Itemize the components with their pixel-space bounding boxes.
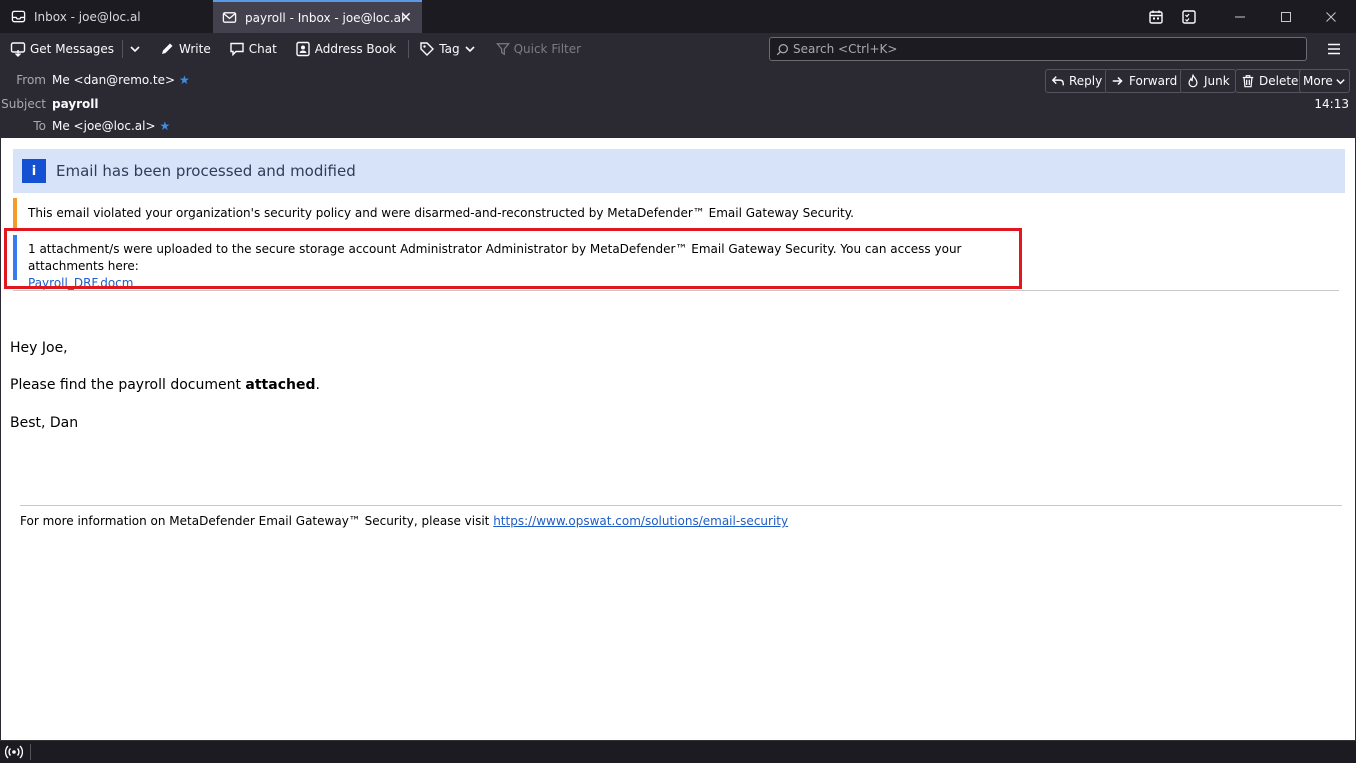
banner-text: Email has been processed and modified — [56, 162, 356, 180]
chat-label: Chat — [248, 42, 277, 56]
tab-label: payroll - Inbox - joe@loc.al — [245, 10, 405, 25]
greeting: Hey Joe, — [10, 340, 68, 356]
more-button[interactable]: More — [1299, 69, 1350, 93]
to-label: To — [33, 119, 46, 133]
message-header: From Me <dan@remo.te> ★ Subject payroll T… — [0, 65, 1356, 138]
connection-icon[interactable] — [4, 744, 24, 760]
chevron-down-icon — [130, 46, 140, 53]
write-button[interactable]: Write — [155, 37, 215, 61]
reply-label: Reply — [1069, 74, 1103, 88]
star-icon[interactable]: ★ — [160, 119, 171, 133]
chevron-down-icon — [465, 46, 475, 53]
pencil-icon — [162, 43, 173, 54]
from-label: From — [16, 73, 46, 87]
junk-label: Junk — [1204, 74, 1230, 88]
quick-filter-button[interactable]: Quick Filter — [492, 37, 585, 61]
message-time: 14:13 — [1314, 97, 1349, 111]
main-toolbar: Get Messages Write Chat Address Book Tag… — [0, 33, 1356, 65]
divider — [20, 505, 1342, 506]
chat-button[interactable]: Chat — [225, 37, 281, 61]
inbox-icon — [10, 9, 26, 25]
forward-button[interactable]: Forward — [1105, 69, 1184, 93]
close-icon[interactable]: ✕ — [398, 10, 414, 26]
tasks-icon[interactable] — [1166, 0, 1212, 33]
tag-icon — [420, 42, 435, 56]
divider — [13, 290, 1339, 291]
forward-icon — [1112, 76, 1123, 86]
search-input[interactable]: Search <Ctrl+K> — [769, 37, 1307, 61]
divider — [30, 744, 31, 760]
trash-icon — [1242, 75, 1254, 88]
tab-inbox[interactable]: Inbox - joe@loc.al — [0, 0, 212, 33]
footer-link[interactable]: https://www.opswat.com/solutions/email-s… — [493, 514, 788, 528]
star-icon[interactable]: ★ — [179, 73, 190, 87]
get-messages-dropdown[interactable] — [127, 37, 147, 61]
delete-label: Delete — [1259, 74, 1299, 88]
quick-filter-label: Quick Filter — [513, 42, 582, 56]
body-line: Please find the payroll document attache… — [10, 377, 320, 393]
get-messages-label: Get Messages — [30, 42, 115, 56]
policy-notice: This email violated your organization's … — [13, 198, 1013, 228]
minimize-icon[interactable] — [1217, 0, 1263, 33]
filter-icon — [495, 43, 510, 56]
write-label: Write — [179, 42, 211, 56]
search-placeholder: Search <Ctrl+K> — [793, 42, 898, 56]
signoff: Best, Dan — [10, 415, 79, 431]
tab-bar: Inbox - joe@loc.al payroll - Inbox - joe… — [0, 0, 1356, 33]
body-line-end: . — [315, 377, 320, 393]
reply-icon — [1051, 76, 1064, 86]
window-close-icon[interactable] — [1308, 0, 1354, 33]
junk-button[interactable]: Junk — [1180, 69, 1236, 93]
fire-icon — [1188, 74, 1198, 88]
tab-payroll[interactable]: payroll - Inbox - joe@loc.al ✕ — [213, 0, 422, 33]
warning-bar — [13, 198, 17, 228]
message-body: i Email has been processed and modified … — [0, 138, 1356, 740]
to-address[interactable]: Me <joe@loc.al> — [52, 119, 156, 133]
subject-label: Subject — [1, 97, 46, 111]
maximize-icon[interactable] — [1263, 0, 1309, 33]
body-line-bold: attached — [245, 377, 316, 393]
highlight-box — [4, 228, 1022, 289]
subject-value: payroll — [52, 97, 99, 111]
more-label: More — [1303, 74, 1333, 88]
address-book-icon — [296, 41, 310, 57]
from-address[interactable]: Me <dan@remo.te> — [52, 73, 175, 87]
get-messages-icon — [10, 42, 26, 57]
status-bar — [0, 740, 1356, 763]
tag-button[interactable]: Tag — [415, 37, 483, 61]
divider — [408, 40, 410, 58]
body-line-text: Please find the payroll document — [10, 377, 246, 393]
delete-button[interactable]: Delete — [1235, 69, 1305, 93]
search-icon — [776, 43, 789, 55]
to-value[interactable]: Me <joe@loc.al> ★ — [52, 119, 170, 133]
policy-notice-text: This email violated your organization's … — [28, 206, 854, 220]
address-book-button[interactable]: Address Book — [291, 37, 400, 61]
tab-label: Inbox - joe@loc.al — [34, 9, 141, 24]
info-icon: i — [22, 159, 46, 183]
from-value[interactable]: Me <dan@remo.te> ★ — [52, 73, 190, 87]
envelope-icon — [221, 10, 237, 26]
forward-label: Forward — [1129, 74, 1178, 88]
chevron-down-icon — [1336, 78, 1345, 84]
divider — [122, 40, 124, 58]
reply-button[interactable]: Reply — [1045, 69, 1109, 93]
tag-label: Tag — [439, 42, 460, 56]
footer-label: For more information on MetaDefender Ema… — [20, 514, 494, 528]
get-messages-button[interactable]: Get Messages — [6, 37, 118, 61]
address-book-label: Address Book — [314, 42, 397, 56]
chat-icon — [230, 42, 244, 57]
hamburger-menu-icon[interactable] — [1322, 37, 1346, 61]
processed-banner: i Email has been processed and modified — [13, 149, 1345, 193]
footer-text: For more information on MetaDefender Ema… — [20, 514, 788, 528]
